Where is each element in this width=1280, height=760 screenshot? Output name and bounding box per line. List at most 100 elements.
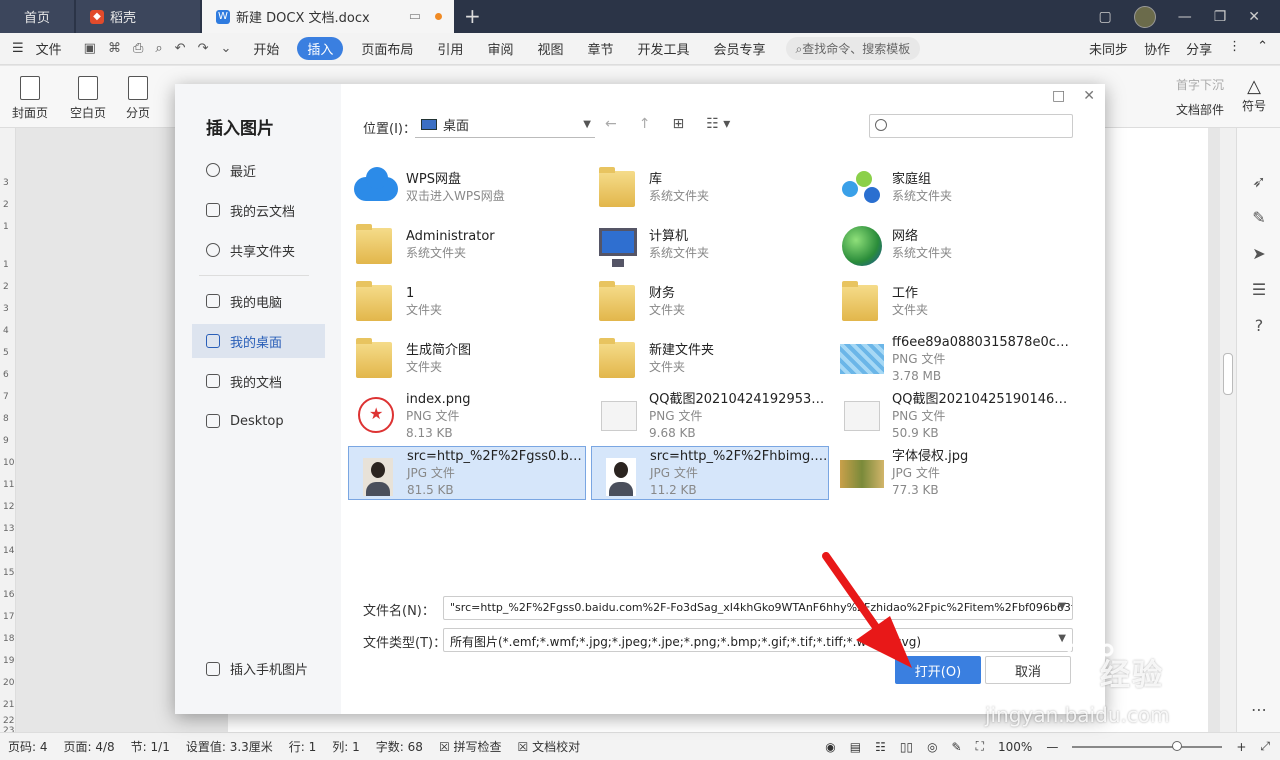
- file-item[interactable]: 库系统文件夹: [591, 161, 829, 215]
- nav-my-desktop[interactable]: 我的桌面: [192, 324, 325, 358]
- tab-document[interactable]: W 新建 DOCX 文档.docx ▭: [202, 0, 454, 33]
- page-view-icon[interactable]: ▤: [850, 740, 861, 754]
- symbol-button[interactable]: 符号: [1242, 97, 1266, 114]
- file-item[interactable]: 新建文件夹 文件夹: [591, 332, 829, 386]
- print-preview-icon[interactable]: ⌕: [155, 41, 162, 56]
- reading-view-icon[interactable]: ▯▯: [900, 740, 913, 754]
- avatar[interactable]: [1133, 5, 1156, 28]
- zoom-out-icon[interactable]: —: [1046, 740, 1058, 754]
- insert-from-phone[interactable]: 插入手机图片: [206, 659, 308, 678]
- menu-developer[interactable]: 开发工具: [625, 39, 701, 58]
- cover-page-button[interactable]: 封面页: [12, 76, 48, 121]
- file-item[interactable]: index.pngPNG 文件 8.13 KB: [348, 389, 586, 443]
- file-item[interactable]: 生成简介图 文件夹: [348, 332, 586, 386]
- collaborate-button[interactable]: 协作: [1144, 39, 1170, 58]
- drop-cap-button[interactable]: 首字下沉: [1176, 76, 1224, 93]
- tab-daoke[interactable]: ◆ 稻壳: [76, 0, 200, 33]
- save-icon[interactable]: ▣: [84, 41, 96, 56]
- cancel-button[interactable]: 取消: [985, 656, 1071, 684]
- help-icon[interactable]: ?: [1249, 316, 1269, 336]
- file-item[interactable]: 字体侵权.jpg JPG 文件 77.3 KB: [834, 446, 1072, 500]
- status-word-count[interactable]: 字数: 68: [368, 738, 431, 755]
- tab-count-icon[interactable]: ▢: [1098, 9, 1111, 25]
- redo-icon[interactable]: ↷: [198, 41, 209, 56]
- more-chevron-icon[interactable]: ⌄: [220, 41, 231, 56]
- collapse-ribbon-icon[interactable]: ⌃: [1257, 39, 1268, 58]
- file-item[interactable]: ff6ee89a0880315878e0c0a33...PNG 文件 3.78 M…: [834, 332, 1072, 386]
- fullscreen-icon[interactable]: ⤢: [1260, 739, 1270, 754]
- vertical-scrollbar[interactable]: [1220, 128, 1236, 732]
- more-horizontal-icon[interactable]: ⋯: [1249, 700, 1269, 720]
- nav-cloud-docs[interactable]: 我的云文档: [192, 193, 325, 227]
- back-arrow-icon[interactable]: ←: [605, 116, 617, 132]
- nav-desktop-folder[interactable]: Desktop: [192, 404, 325, 438]
- draw-icon[interactable]: ✎: [952, 740, 962, 754]
- more-options-icon[interactable]: ⋮: [1228, 39, 1241, 58]
- file-item[interactable]: 财务 文件夹: [591, 275, 829, 329]
- filename-field[interactable]: "src=http_%2F%2Fgss0.baidu.com%2F-Fo3dSa…: [443, 596, 1073, 620]
- cursor-icon[interactable]: ➤: [1249, 244, 1269, 264]
- share-button[interactable]: 分享: [1186, 39, 1212, 58]
- zoom-level[interactable]: 100%: [998, 740, 1032, 754]
- restore-icon[interactable]: ❐: [1214, 9, 1227, 25]
- eye-icon[interactable]: ◉: [825, 740, 835, 754]
- filetype-select[interactable]: 所有图片(*.emf;*.wmf;*.jpg;*.jpeg;*.jpe;*.pn…: [443, 628, 1073, 652]
- file-item[interactable]: WPS网盘 双击进入WPS网盘: [348, 161, 586, 215]
- zoom-slider-knob[interactable]: [1172, 740, 1183, 751]
- fit-icon[interactable]: ⛶: [976, 739, 984, 754]
- menu-section[interactable]: 章节: [575, 39, 625, 58]
- menu-page-layout[interactable]: 页面布局: [349, 39, 425, 58]
- chevron-down-icon[interactable]: ▼: [1058, 601, 1066, 612]
- new-folder-icon[interactable]: ⊞: [672, 116, 684, 132]
- file-item-selected[interactable]: src=http_%2F%2Fgss0.baidu....JPG 文件 81.5 …: [348, 446, 586, 500]
- zoom-in-icon[interactable]: +: [1236, 740, 1246, 754]
- rocket-icon[interactable]: ➶: [1249, 172, 1269, 192]
- scrollbar-thumb[interactable]: [1223, 353, 1233, 395]
- menu-file[interactable]: 文件: [36, 39, 74, 58]
- file-search-input[interactable]: [892, 117, 1068, 135]
- sliders-icon[interactable]: ☰: [1249, 280, 1269, 300]
- doc-parts-button[interactable]: 文档部件: [1176, 101, 1224, 118]
- outline-view-icon[interactable]: ☷: [875, 740, 886, 754]
- format-painter-icon[interactable]: ⌘: [108, 41, 121, 56]
- file-item-selected[interactable]: src=http_%2F%2Fhbimg.hua...JPG 文件 11.2 KB: [591, 446, 829, 500]
- view-mode-icon[interactable]: ☷ ▾: [706, 116, 730, 132]
- page-break-button[interactable]: 分页: [126, 76, 150, 121]
- menu-references[interactable]: 引用: [425, 39, 475, 58]
- zoom-slider[interactable]: [1072, 740, 1223, 751]
- file-item[interactable]: QQ截图20210425190146.png PNG 文件 50.9 KB: [834, 389, 1072, 443]
- nav-my-computer[interactable]: 我的电脑: [192, 284, 325, 318]
- nav-recent[interactable]: 最近: [192, 153, 325, 187]
- minimize-icon[interactable]: —: [1178, 9, 1192, 25]
- print-icon[interactable]: ⎙: [133, 41, 143, 56]
- nav-my-documents[interactable]: 我的文档: [192, 364, 325, 398]
- undo-icon[interactable]: ↶: [175, 41, 186, 56]
- file-search-box[interactable]: [869, 114, 1073, 138]
- pen-icon[interactable]: ✎: [1249, 208, 1269, 228]
- file-item[interactable]: 工作 文件夹: [834, 275, 1072, 329]
- monitor-icon[interactable]: ▭: [409, 9, 421, 24]
- menu-view[interactable]: 视图: [525, 39, 575, 58]
- close-dialog-icon[interactable]: ✕: [1083, 88, 1095, 104]
- file-item[interactable]: Administrator 系统文件夹: [348, 218, 586, 272]
- menu-review[interactable]: 审阅: [475, 39, 525, 58]
- nav-shared-folder[interactable]: 共享文件夹: [192, 233, 325, 267]
- open-button[interactable]: 打开(O): [895, 656, 981, 684]
- file-item[interactable]: 1 文件夹: [348, 275, 586, 329]
- file-item[interactable]: 网络 系统文件夹: [834, 218, 1072, 272]
- blank-page-button[interactable]: 空白页: [70, 76, 106, 121]
- close-window-icon[interactable]: ✕: [1248, 9, 1260, 25]
- new-tab-plus-icon[interactable]: +: [464, 4, 481, 28]
- tab-home[interactable]: 首页: [0, 0, 74, 33]
- up-arrow-icon[interactable]: ↑: [639, 116, 651, 132]
- hamburger-icon[interactable]: ☰: [0, 41, 36, 56]
- menu-insert[interactable]: 插入: [297, 37, 344, 60]
- menu-member[interactable]: 会员专享: [702, 39, 778, 58]
- web-view-icon[interactable]: ◎: [927, 740, 937, 754]
- file-item[interactable]: 计算机 系统文件夹: [591, 218, 829, 272]
- sync-status[interactable]: 未同步: [1089, 39, 1128, 58]
- file-item[interactable]: QQ截图20210424192953.png PNG 文件 9.68 KB: [591, 389, 829, 443]
- doc-proofread-button[interactable]: ☒ 文档校对: [510, 738, 589, 755]
- location-select[interactable]: 桌面 ▼: [415, 112, 595, 138]
- maximize-icon[interactable]: □: [1052, 88, 1065, 104]
